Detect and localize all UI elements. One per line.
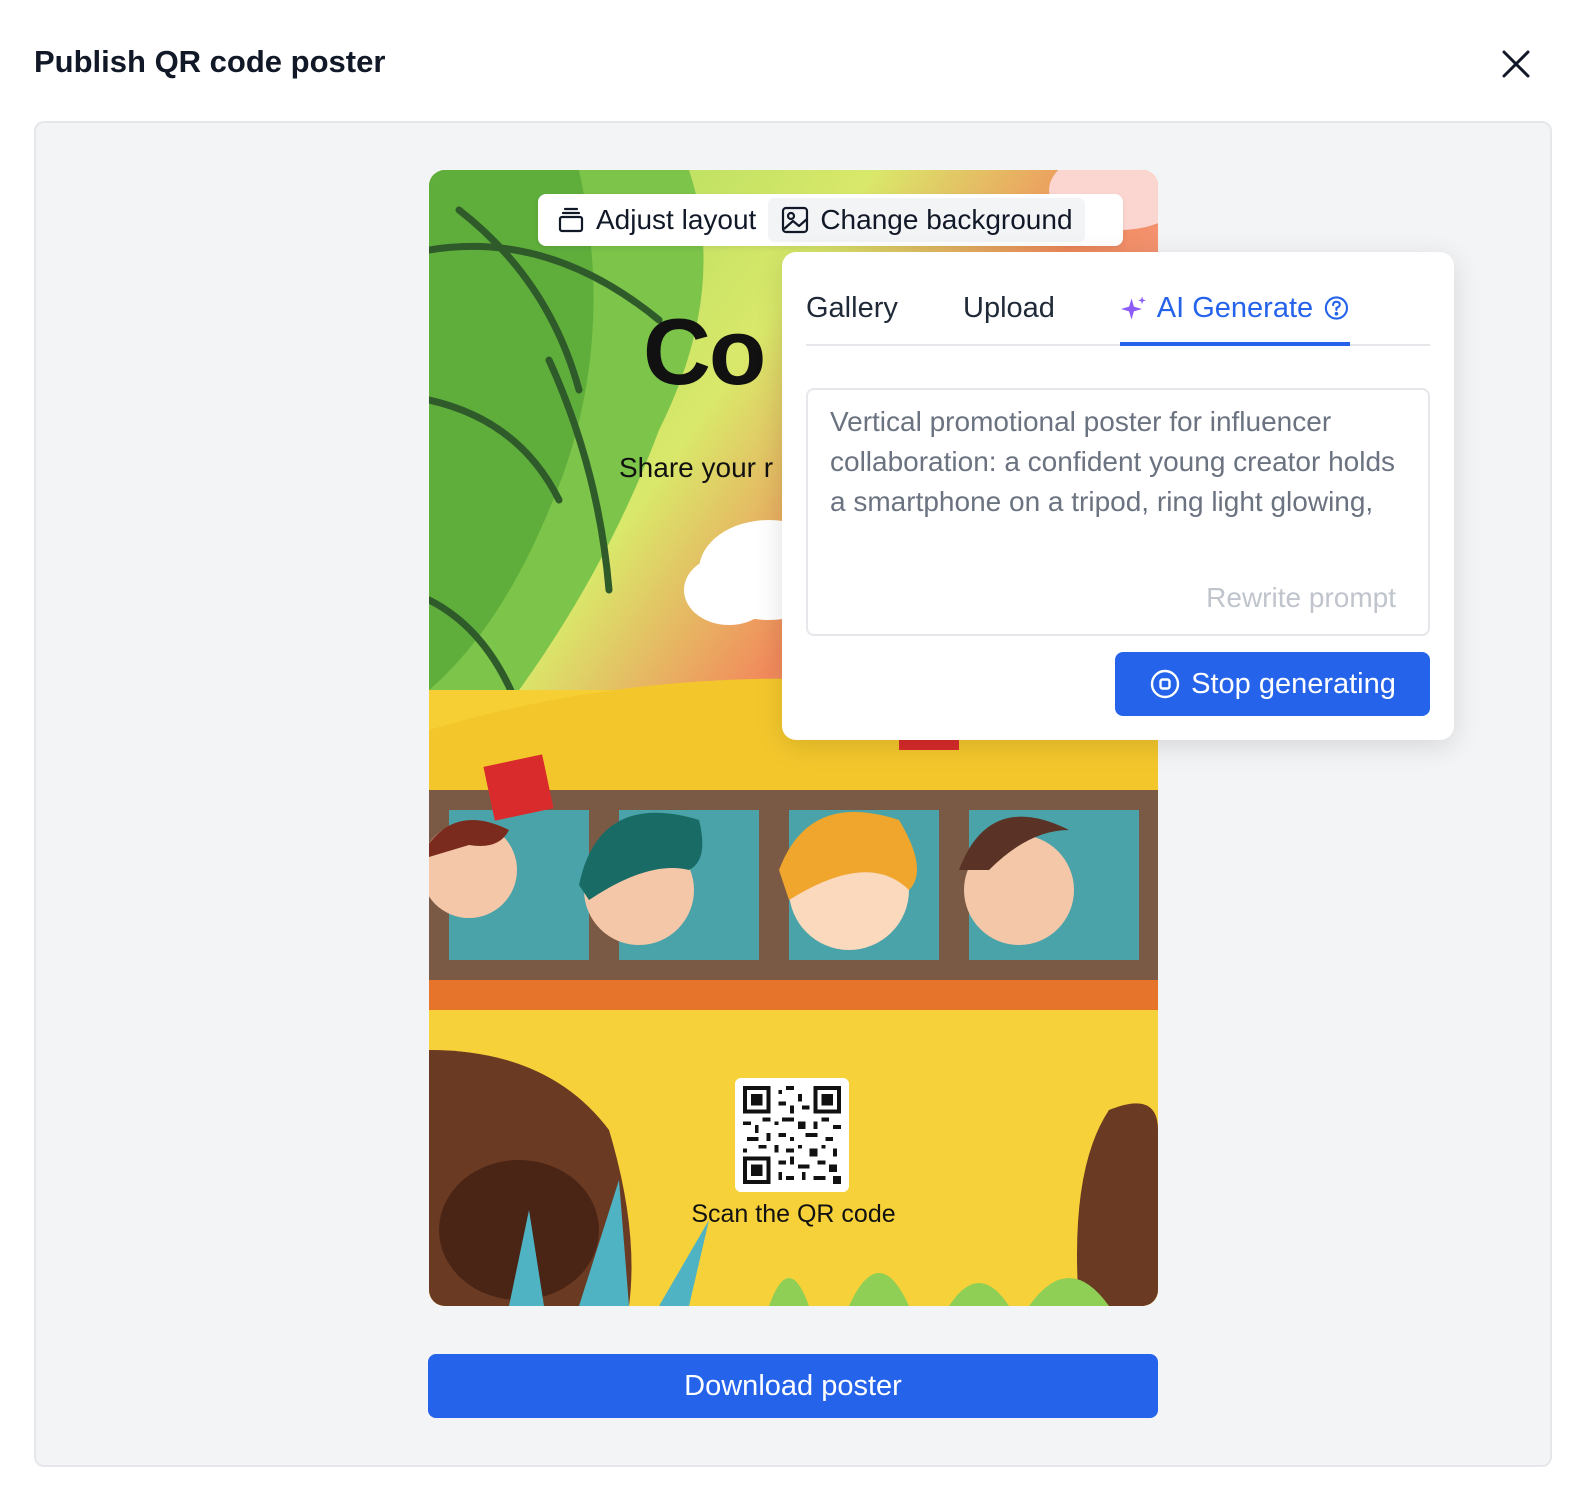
rewrite-prompt-button[interactable]: Rewrite prompt (1206, 582, 1396, 614)
adjust-layout-label: Adjust layout (596, 204, 757, 235)
tab-gallery[interactable]: Gallery (806, 286, 898, 346)
stop-generating-button[interactable]: Stop generating (1115, 652, 1430, 716)
close-icon (1502, 50, 1530, 78)
change-background-label: Change background (820, 204, 1073, 235)
prompt-text: Vertical promotional poster for influenc… (830, 406, 1396, 517)
close-button[interactable] (1496, 44, 1536, 84)
stop-generating-label: Stop generating (1191, 667, 1396, 700)
tab-upload[interactable]: Upload (963, 286, 1055, 346)
tab-ai-generate[interactable]: AI Generate (1120, 286, 1350, 346)
change-background-button[interactable]: Change background (768, 198, 1085, 242)
poster-toolbar: Adjust layout Change background (538, 194, 1123, 246)
sparkle-icon (1120, 296, 1146, 320)
help-circle-icon[interactable] (1323, 294, 1350, 322)
prompt-textarea[interactable]: Vertical promotional poster for influenc… (806, 388, 1430, 636)
adjust-layout-button[interactable]: Adjust layout (544, 198, 768, 242)
poster-title: Co (643, 299, 766, 404)
qr-code-image (743, 1086, 841, 1184)
background-panel: Gallery Upload AI Generate Vertical prom… (782, 252, 1454, 740)
poster-subtitle: Share your r (619, 452, 774, 483)
download-poster-button[interactable]: Download poster (428, 1354, 1158, 1418)
qr-code (735, 1078, 849, 1192)
layers-icon (558, 207, 584, 233)
tab-ai-generate-label: AI Generate (1156, 292, 1314, 324)
background-tabs: Gallery Upload AI Generate (806, 286, 1430, 346)
stop-circle-icon (1150, 669, 1180, 699)
image-icon (782, 206, 809, 234)
qr-caption: Scan the QR code (691, 1200, 896, 1228)
dialog-title: Publish QR code poster (34, 44, 386, 79)
